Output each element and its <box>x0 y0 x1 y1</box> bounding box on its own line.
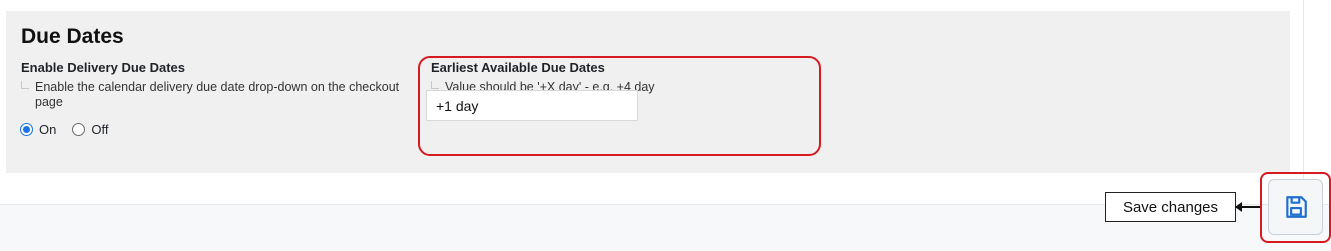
radio-off[interactable] <box>72 123 86 136</box>
floppy-disk-icon <box>1285 196 1307 218</box>
due-dates-panel: Due Dates Enable Delivery Due Dates Enab… <box>6 11 1290 173</box>
radio-off-label[interactable]: Off <box>91 122 108 137</box>
radio-on-label[interactable]: On <box>39 122 56 137</box>
earliest-due-input[interactable] <box>426 90 638 121</box>
right-rail <box>1303 0 1331 204</box>
save-button[interactable] <box>1268 179 1323 235</box>
radio-on[interactable] <box>20 123 33 136</box>
hint-marker-icon <box>431 81 439 89</box>
save-changes-tooltip: Save changes <box>1105 192 1236 222</box>
hint-marker-icon <box>21 81 29 89</box>
earliest-due-label: Earliest Available Due Dates <box>431 60 605 75</box>
enable-delivery-radio-group: On Off <box>20 122 118 137</box>
callout-arrow-icon <box>1235 202 1262 212</box>
enable-delivery-label: Enable Delivery Due Dates <box>21 60 186 75</box>
enable-delivery-hint: Enable the calendar delivery due date dr… <box>35 80 400 109</box>
section-title: Due Dates <box>21 25 124 48</box>
